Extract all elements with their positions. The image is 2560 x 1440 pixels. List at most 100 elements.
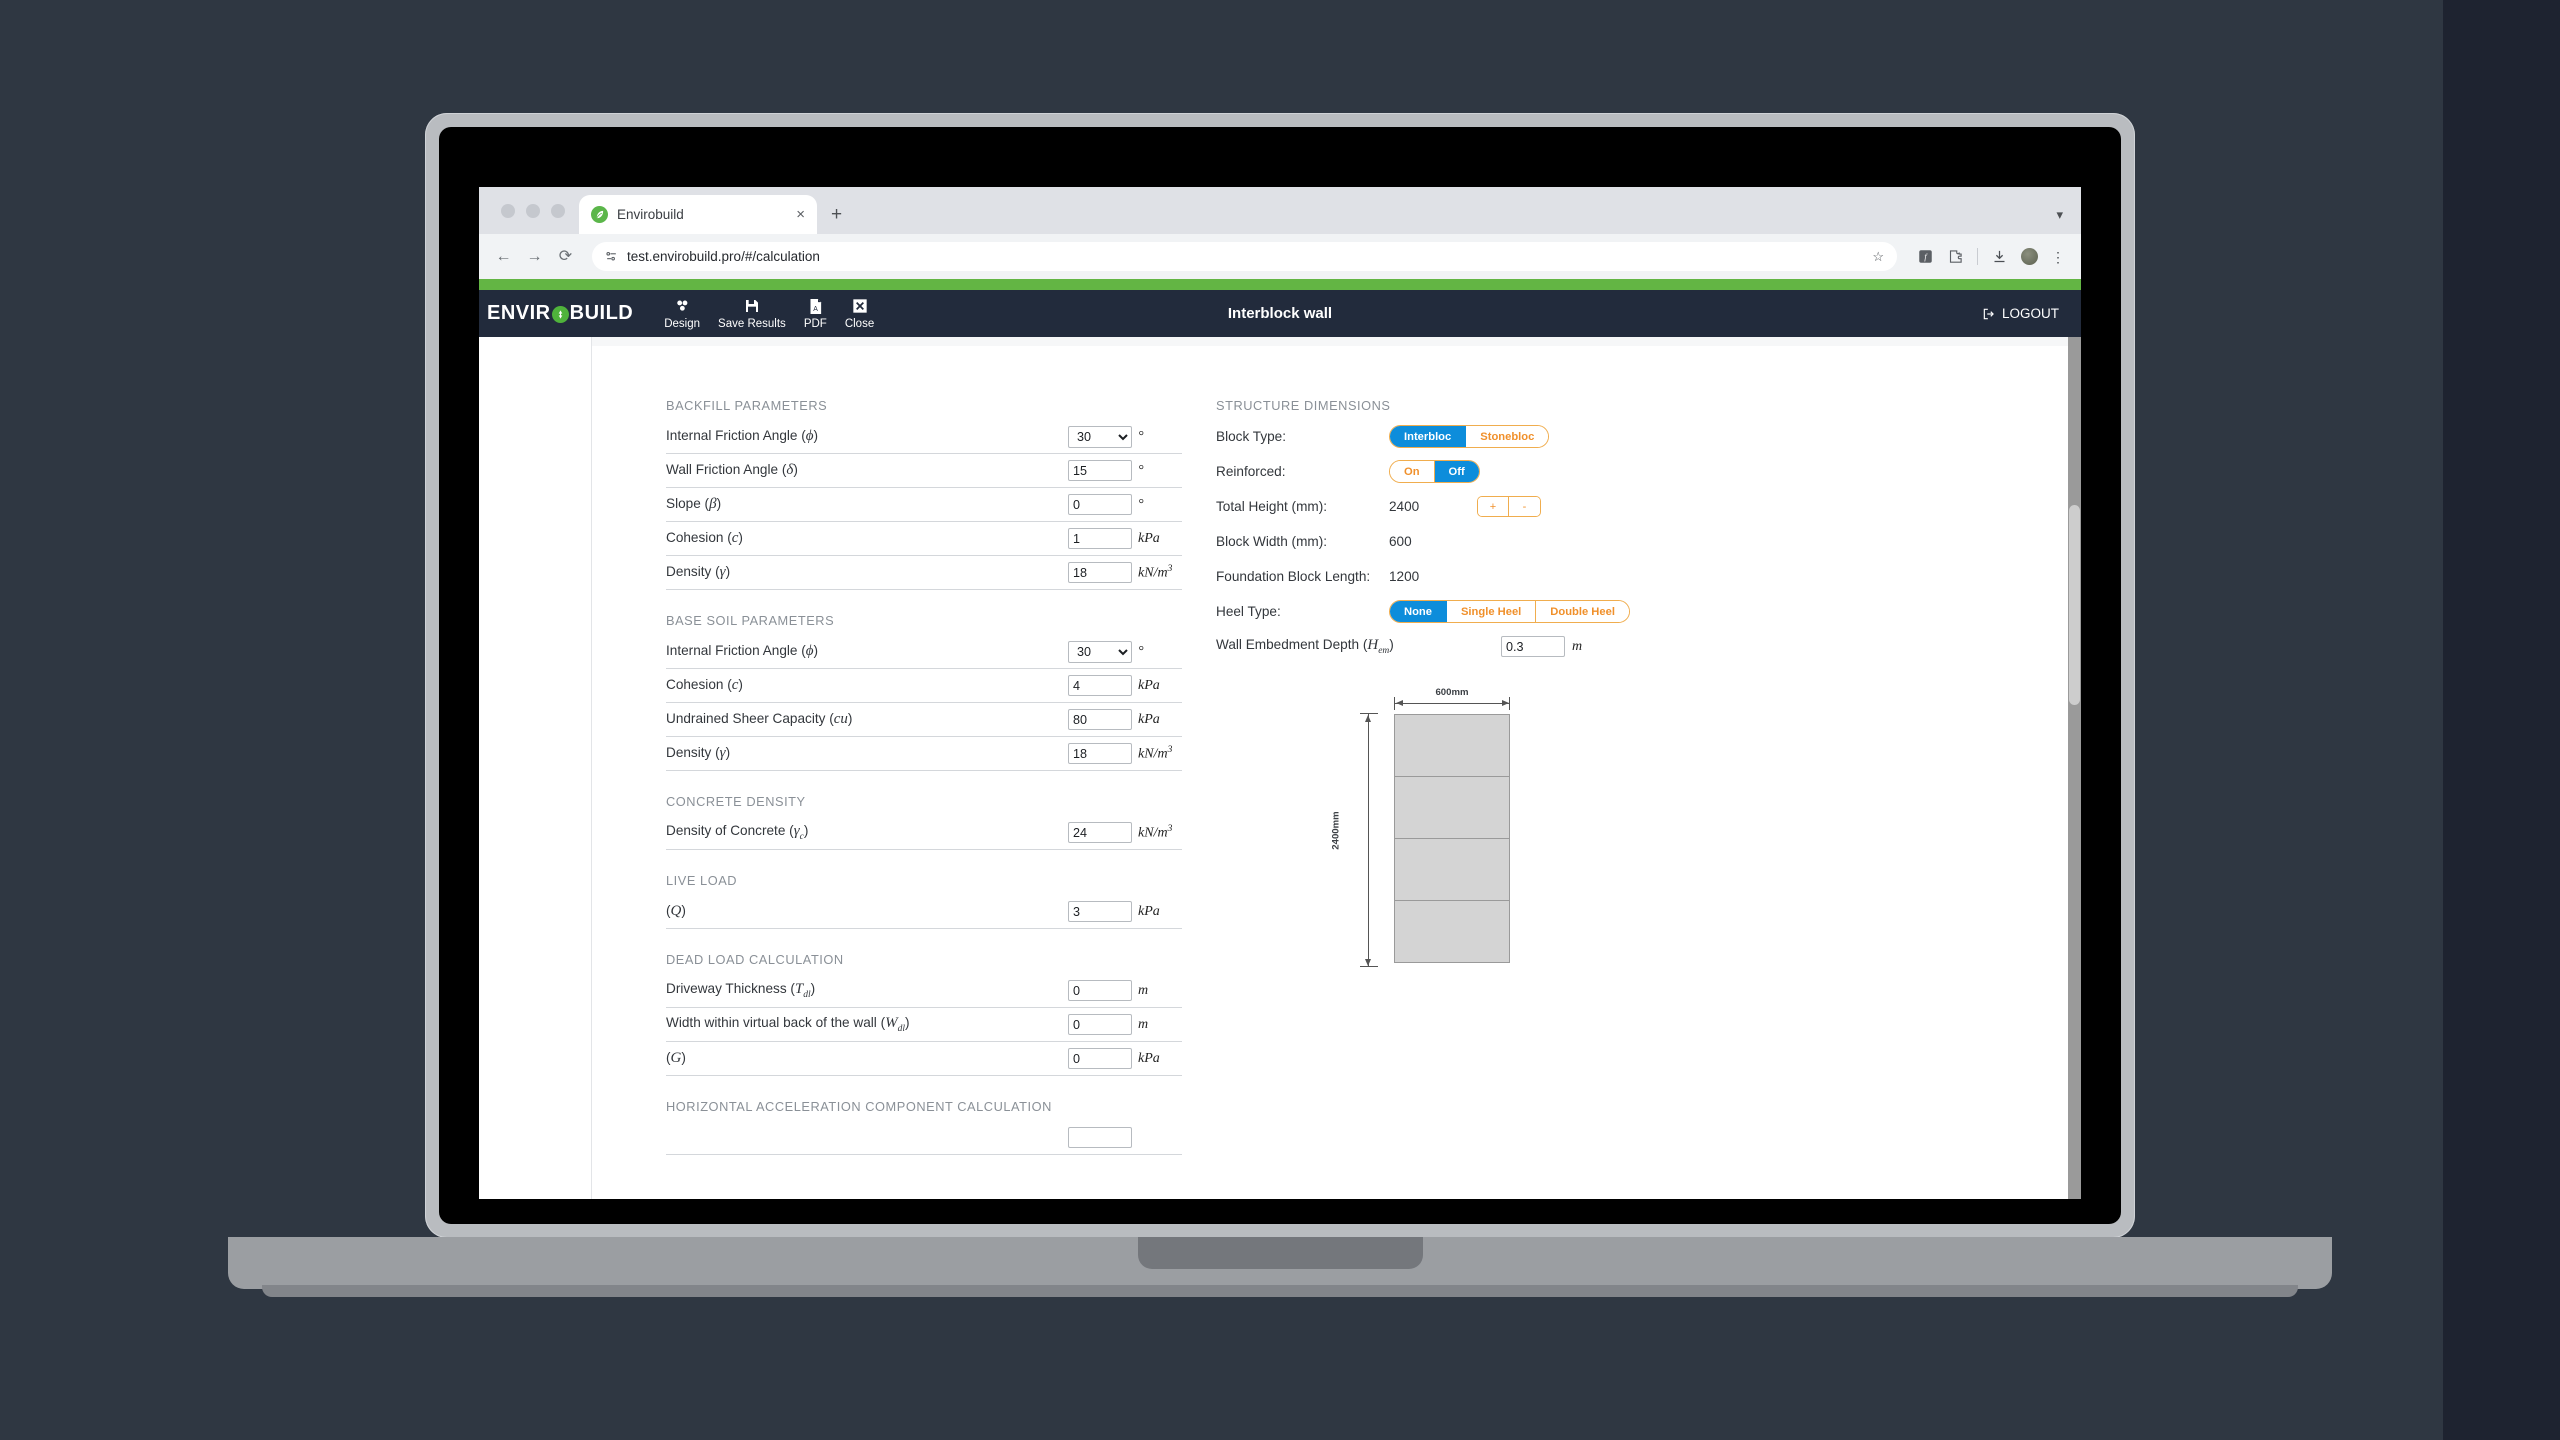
heel-type-option-none[interactable]: None <box>1390 601 1447 622</box>
row-unit: kPa <box>1138 903 1160 919</box>
heel-type-option-double-heel[interactable]: Double Heel <box>1536 601 1629 622</box>
row-unit: kPa <box>1138 711 1160 727</box>
row-width-within-virtual-back: Width within virtual back of the wall (W… <box>666 1008 1182 1042</box>
back-button[interactable]: ← <box>495 248 512 265</box>
minimize-window-dot[interactable] <box>526 204 540 218</box>
extensions-puzzle-icon[interactable] <box>1947 248 1964 265</box>
width-within-virtual-back-input[interactable] <box>1068 1014 1132 1035</box>
reinforced-option-on[interactable]: On <box>1390 461 1435 482</box>
browser-tab-envirobuild[interactable]: Envirobuild × <box>579 195 817 234</box>
diagram-height-arrow-top <box>1365 715 1371 722</box>
forward-button[interactable]: → <box>526 248 543 265</box>
dead-load-g-input[interactable] <box>1068 1048 1132 1069</box>
basesoil-density-input[interactable] <box>1068 743 1132 764</box>
section-base-soil-parameters: Base Soil Parameters Internal Friction A… <box>666 613 1182 771</box>
close-button[interactable]: Close <box>836 298 883 330</box>
basesoil-cohesion-input[interactable] <box>1068 675 1132 696</box>
logout-button[interactable]: LOGOUT <box>1982 306 2059 321</box>
total-height-decrease-button[interactable]: - <box>1509 497 1540 516</box>
driveway-thickness-input[interactable] <box>1068 980 1132 1001</box>
row-label: (G) <box>666 1050 686 1066</box>
background-right-strip <box>2443 0 2560 1440</box>
design-button-label: Design <box>664 317 701 330</box>
content-area: Backfill Parameters Internal Friction An… <box>592 337 2081 1199</box>
address-bar[interactable]: test.envirobuild.pro/#/calculation ☆ <box>592 242 1897 271</box>
row-label: Wall Friction Angle (δ) <box>666 462 798 478</box>
logout-icon <box>1982 307 1996 321</box>
wall-block-stack <box>1394 714 1510 966</box>
row-unit: kN/m3 <box>1138 823 1173 841</box>
page-scrollbar-thumb[interactable] <box>2069 505 2080 705</box>
backfill-density-input[interactable] <box>1068 562 1132 583</box>
bookmark-star-icon[interactable]: ☆ <box>1872 249 1884 265</box>
download-icon[interactable] <box>1991 248 2008 265</box>
backfill-cohesion-input[interactable] <box>1068 528 1132 549</box>
section-concrete-density: Concrete Density Density of Concrete (γc… <box>666 794 1182 850</box>
block-type-option-interbloc[interactable]: Interbloc <box>1390 426 1467 447</box>
section-horizontal-acceleration: Horizontal Acceleration Component Calcul… <box>666 1099 1182 1155</box>
new-tab-button[interactable]: + <box>831 205 842 224</box>
extension-f-icon[interactable]: f <box>1917 248 1934 265</box>
backfill-slope-input[interactable] <box>1068 494 1132 515</box>
close-x-box-icon <box>852 298 868 315</box>
save-results-button[interactable]: Save Results <box>709 298 795 330</box>
wall-embedment-depth-input[interactable] <box>1501 636 1565 657</box>
section-backfill-parameters: Backfill Parameters Internal Friction An… <box>666 398 1182 590</box>
browser-toolbar-icons: f ⋮ <box>1911 248 2065 265</box>
block-width-value: 600 <box>1389 534 1412 549</box>
reinforced-toggle: On Off <box>1389 460 1480 483</box>
row-backfill-cohesion: Cohesion (c) kPa <box>666 522 1182 556</box>
section-live-load: Live Load (Q) kPa <box>666 873 1182 929</box>
app-logo[interactable]: ENVIR BUILD <box>485 302 633 325</box>
heel-type-label: Heel Type: <box>1216 604 1281 619</box>
maximize-window-dot[interactable] <box>551 204 565 218</box>
reinforced-option-off[interactable]: Off <box>1434 461 1479 482</box>
diagram-width-arrow-right <box>1502 700 1509 706</box>
reload-button[interactable]: ⟳ <box>557 248 574 265</box>
left-sidebar-gutter <box>479 337 592 1199</box>
row-label: Undrained Sheer Capacity (cu) <box>666 711 853 727</box>
block-type-label: Block Type: <box>1216 429 1287 444</box>
row-unit: ° <box>1138 496 1144 512</box>
basesoil-internal-friction-angle-select[interactable]: 30 <box>1068 640 1132 663</box>
backfill-wall-friction-angle-input[interactable] <box>1068 460 1132 481</box>
row-reinforced: Reinforced: On Off <box>1216 455 2041 488</box>
row-label: Density (γ) <box>666 745 731 761</box>
foundation-block-length-label: Foundation Block Length: <box>1216 569 1371 584</box>
chrome-menu-kebab[interactable]: ⋮ <box>2051 250 2065 264</box>
live-load-q-input[interactable] <box>1068 901 1132 922</box>
section-title: Base Soil Parameters <box>666 613 835 628</box>
wall-embedment-depth-unit: m <box>1572 638 1583 654</box>
row-basesoil-cohesion: Cohesion (c) kPa <box>666 669 1182 703</box>
row-unit: kPa <box>1138 530 1160 546</box>
backfill-internal-friction-angle-select[interactable]: 30 <box>1068 425 1132 448</box>
profile-avatar[interactable] <box>2021 248 2038 265</box>
diagram-height-tick-top <box>1360 713 1378 714</box>
row-driveway-thickness: Driveway Thickness (Tdl) m <box>666 974 1182 1008</box>
page-info-icon[interactable] <box>605 250 618 263</box>
heel-type-option-single-heel[interactable]: Single Heel <box>1446 601 1537 622</box>
horizontal-acceleration-input[interactable] <box>1068 1127 1132 1148</box>
browser-tab-title: Envirobuild <box>617 207 684 222</box>
page-scrollbar[interactable] <box>2068 337 2081 1199</box>
density-of-concrete-input[interactable] <box>1068 822 1132 843</box>
close-window-dot[interactable] <box>501 204 515 218</box>
chevron-down-icon[interactable]: ▾ <box>2056 207 2063 223</box>
row-unit: ° <box>1138 643 1144 659</box>
row-basesoil-undrained-sheer-capacity: Undrained Sheer Capacity (cu) kPa <box>666 703 1182 737</box>
design-button[interactable]: Design <box>655 298 709 330</box>
pdf-button[interactable]: A PDF <box>795 298 836 330</box>
close-icon[interactable]: × <box>796 207 805 222</box>
total-height-stepper: + - <box>1477 496 1541 517</box>
logout-label: LOGOUT <box>2001 306 2059 321</box>
total-height-increase-button[interactable]: + <box>1478 497 1509 516</box>
basesoil-undrained-sheer-capacity-input[interactable] <box>1068 709 1132 730</box>
parameters-column: Backfill Parameters Internal Friction An… <box>666 398 1182 1155</box>
row-unit: kPa <box>1138 1050 1160 1066</box>
floppy-save-icon <box>744 298 760 315</box>
row-total-height: Total Height (mm): 2400 + - <box>1216 490 2041 523</box>
wall-block <box>1394 838 1510 901</box>
leaf-icon <box>591 206 608 223</box>
row-label: Driveway Thickness (Tdl) <box>666 981 816 1000</box>
block-type-option-stonebloc[interactable]: Stonebloc <box>1466 426 1549 447</box>
